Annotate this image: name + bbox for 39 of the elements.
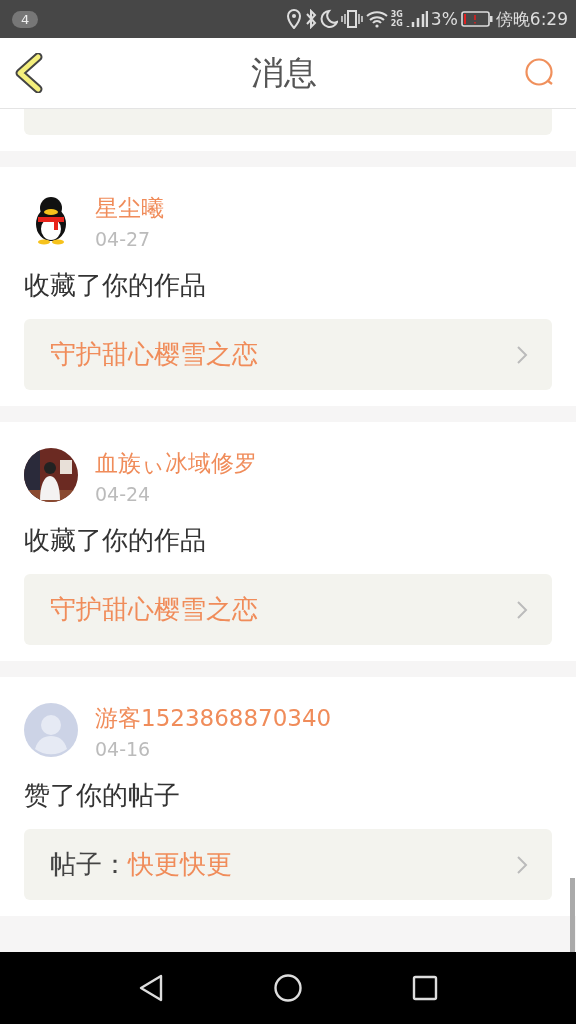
network-label: 2G [390, 19, 403, 28]
message-date: 04-16 [95, 737, 152, 761]
battery-icon [460, 10, 493, 28]
user-name[interactable]: 游客1523868870340 [95, 703, 332, 733]
vibrate-icon [340, 9, 363, 29]
notification-count: 4 [12, 10, 39, 28]
home-icon [273, 973, 303, 1003]
back-button[interactable] [14, 53, 44, 93]
moon-icon [319, 9, 338, 29]
search-icon [524, 57, 556, 89]
work-title: 守护甜心樱雪之恋 [50, 338, 258, 371]
wifi-icon [365, 9, 388, 29]
link-card[interactable]: 守护甜心樱雪之恋 [24, 574, 552, 645]
square-icon [411, 974, 439, 1002]
work-title: 守护甜心樱雪之恋 [50, 593, 258, 626]
message-text: 赞了你的帖子 [24, 779, 180, 812]
message-date: 04-24 [95, 482, 152, 506]
back-icon [14, 53, 44, 93]
post-title: 快更快更 [128, 848, 232, 881]
chevron-right-icon [516, 854, 528, 875]
page-title: 消息 [251, 51, 317, 94]
message-text: 收藏了你的作品 [24, 524, 206, 557]
link-card[interactable]: 帖子：快更快更 [24, 829, 552, 900]
bluetooth-icon [304, 9, 317, 29]
post-label: 帖子： [50, 848, 128, 881]
network-label: 3G [390, 10, 403, 19]
user-name[interactable]: 星尘曦 [95, 193, 164, 223]
message-date: 04-27 [95, 227, 152, 251]
message-text: 收藏了你的作品 [24, 269, 206, 302]
chevron-right-icon [516, 599, 528, 620]
battery-percent: 3% [430, 9, 458, 29]
link-card[interactable]: 守护甜心樱雪之恋 [24, 319, 552, 390]
triangle-back-icon [137, 973, 165, 1003]
clock: 傍晚6:29 [495, 7, 568, 31]
location-icon [285, 9, 302, 29]
chevron-right-icon [516, 344, 528, 365]
default-avatar [24, 703, 78, 757]
user-name[interactable]: 血族ぃ冰域修罗 [95, 448, 257, 478]
signal-icon [405, 9, 428, 29]
